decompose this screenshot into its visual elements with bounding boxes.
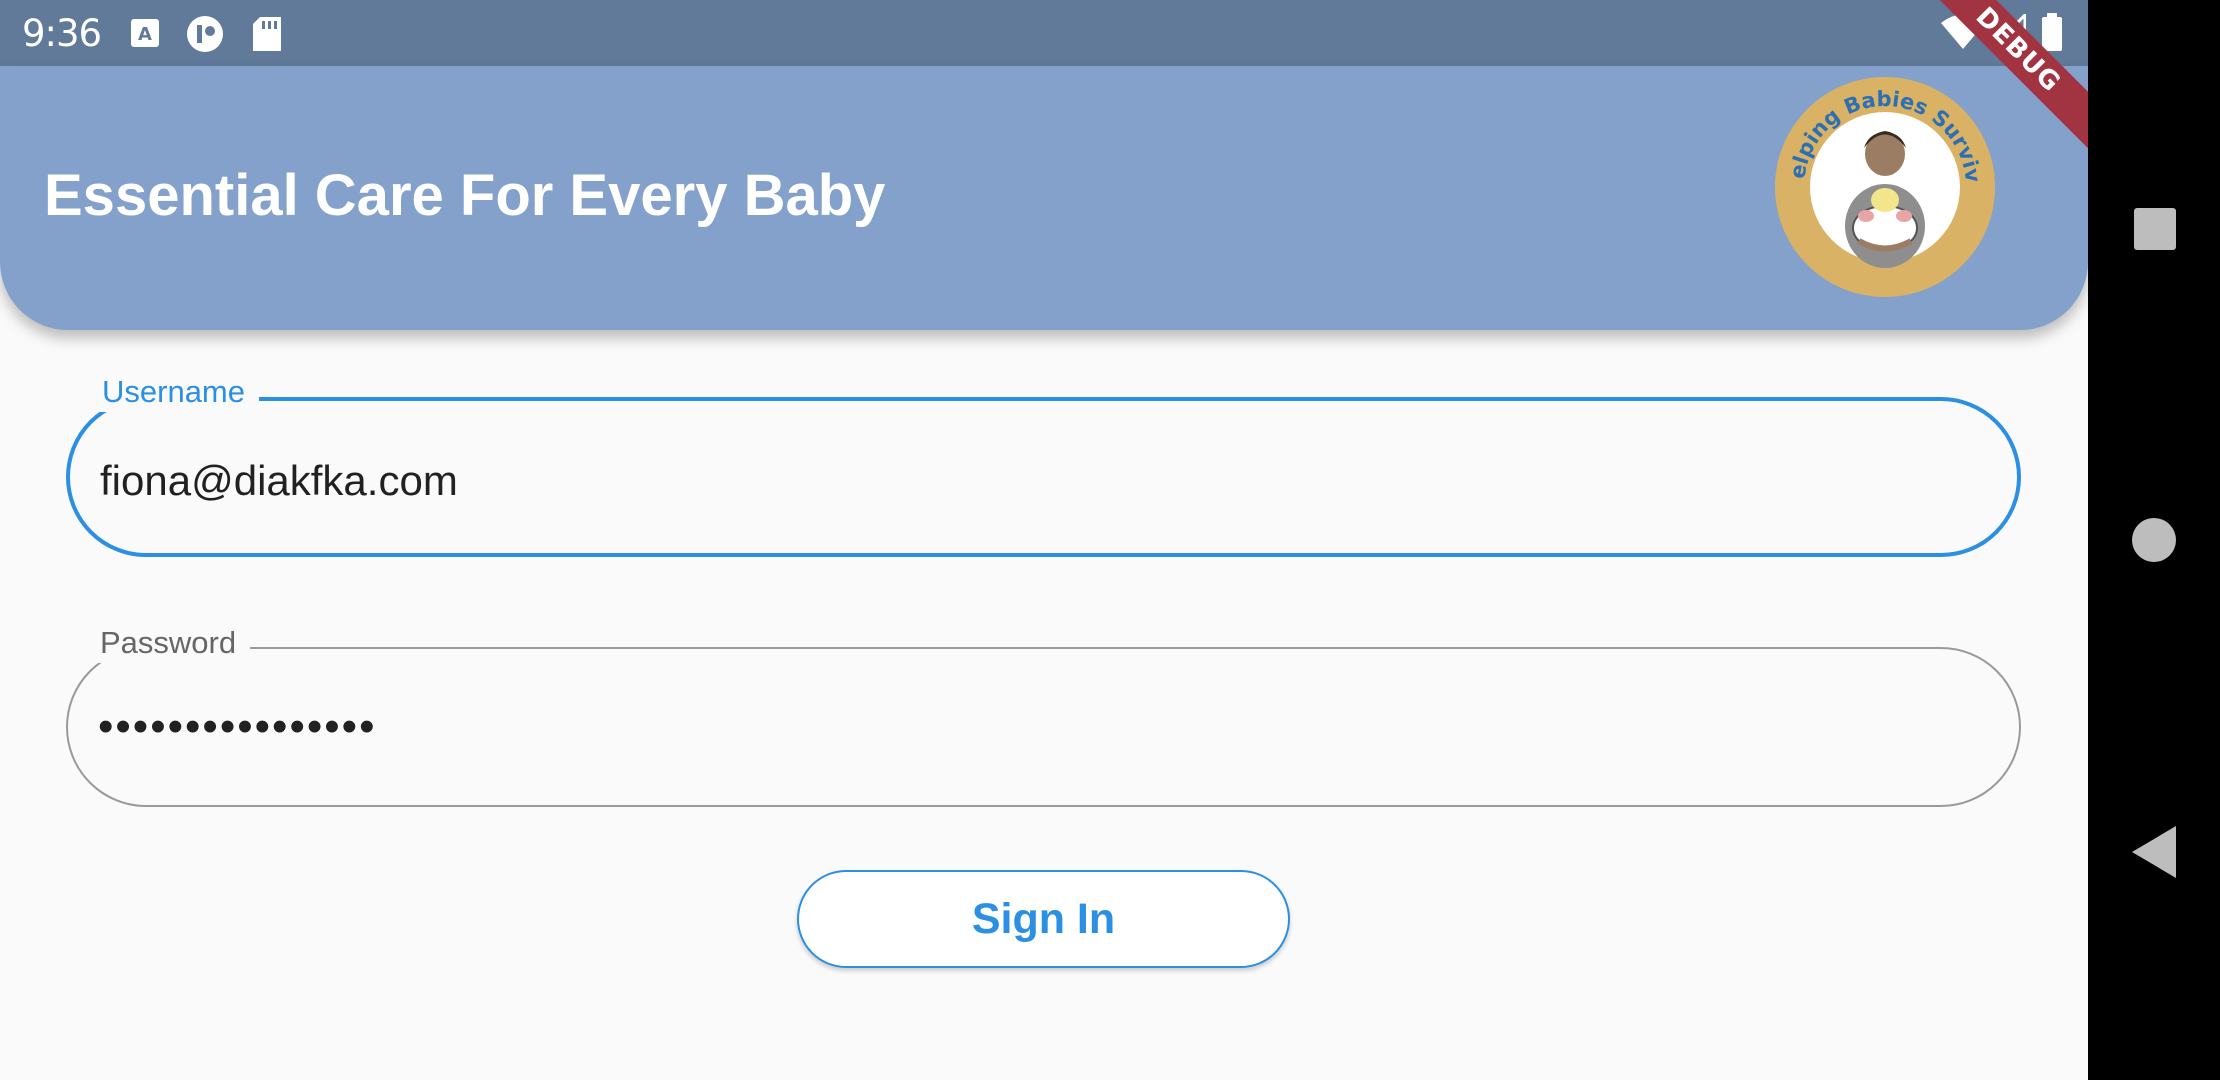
recents-square-icon[interactable]	[2134, 208, 2176, 250]
password-label: Password	[92, 623, 251, 663]
password-field[interactable]: Password	[66, 623, 2021, 807]
sign-in-button[interactable]: Sign In	[797, 870, 1290, 968]
username-label: Username	[94, 372, 259, 412]
app-bar: Essential Care For Every Baby Helping Ba…	[0, 66, 2088, 330]
password-input[interactable]	[98, 697, 1898, 757]
username-field[interactable]: Username	[66, 372, 2021, 557]
helping-babies-survive-logo: Helping Babies Survive	[1774, 76, 1995, 297]
system-nav-bar	[2088, 0, 2220, 1080]
a-notification-icon: A	[131, 19, 159, 47]
home-circle-icon[interactable]	[2132, 518, 2176, 562]
app-screen: 9:36 A Essential Care For Every Baby elp…	[0, 0, 2088, 1080]
page-title: Essential Care For Every Baby	[44, 163, 886, 228]
username-input[interactable]	[100, 451, 1900, 511]
back-triangle-icon[interactable]	[2132, 826, 2176, 878]
record-icon	[187, 16, 223, 52]
battery-icon	[2042, 13, 2062, 51]
sd-card-icon	[253, 17, 281, 51]
status-time: 9:36	[22, 12, 102, 55]
status-bar: 9:36 A	[0, 0, 2088, 66]
svg-text:A: A	[138, 24, 152, 45]
